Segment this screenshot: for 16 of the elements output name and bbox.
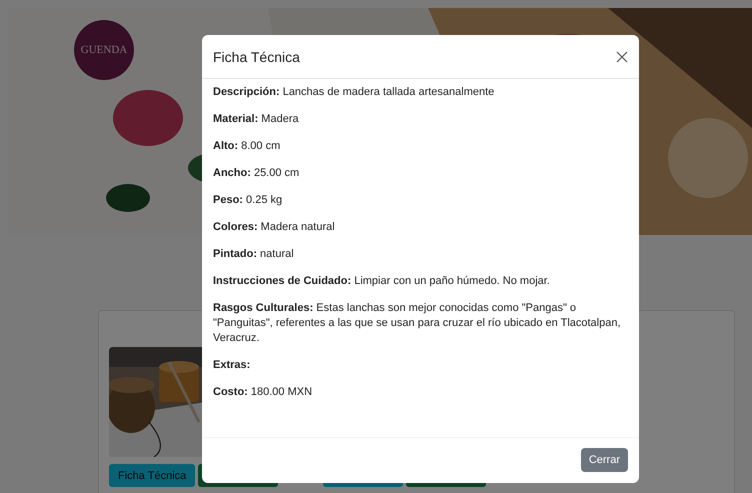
close-icon[interactable] [616,50,628,62]
spec-line: Material: Madera [213,112,300,127]
spec-line: Pintado: natural [213,247,295,262]
spec-line: Extras: [213,358,252,373]
logo-text: GUENDA [80,44,128,56]
spec-line: Colores: Madera natural [213,220,336,235]
modal-title: Ficha Técnica [213,48,300,64]
spec-line: Rasgos Culturales: Estas lanchas son mejor conocidas como "Pangas" o "Panguitas", referentes a las que se usan para cruzar el río ubicado en Tlacotalpan, Veracruz. [213,301,622,346]
card-button[interactable]: Ficha Técnica [109,464,196,487]
spec-line: Peso: 0.25 kg [213,193,284,208]
spec-line: Instrucciones de Cuidado: Limpiar con un paño húmedo. No mojar. [213,274,551,289]
spec-line: Ancho: 25.00 cm [213,166,300,181]
spec-line: Costo: 180.00 MXN [213,385,314,400]
spec-line: Alto: 8.00 cm [213,139,282,154]
spec-line: Descripción: Lanchas de madera tallada artesanalmente [213,85,496,100]
close-button[interactable]: Cerrar [580,448,628,472]
